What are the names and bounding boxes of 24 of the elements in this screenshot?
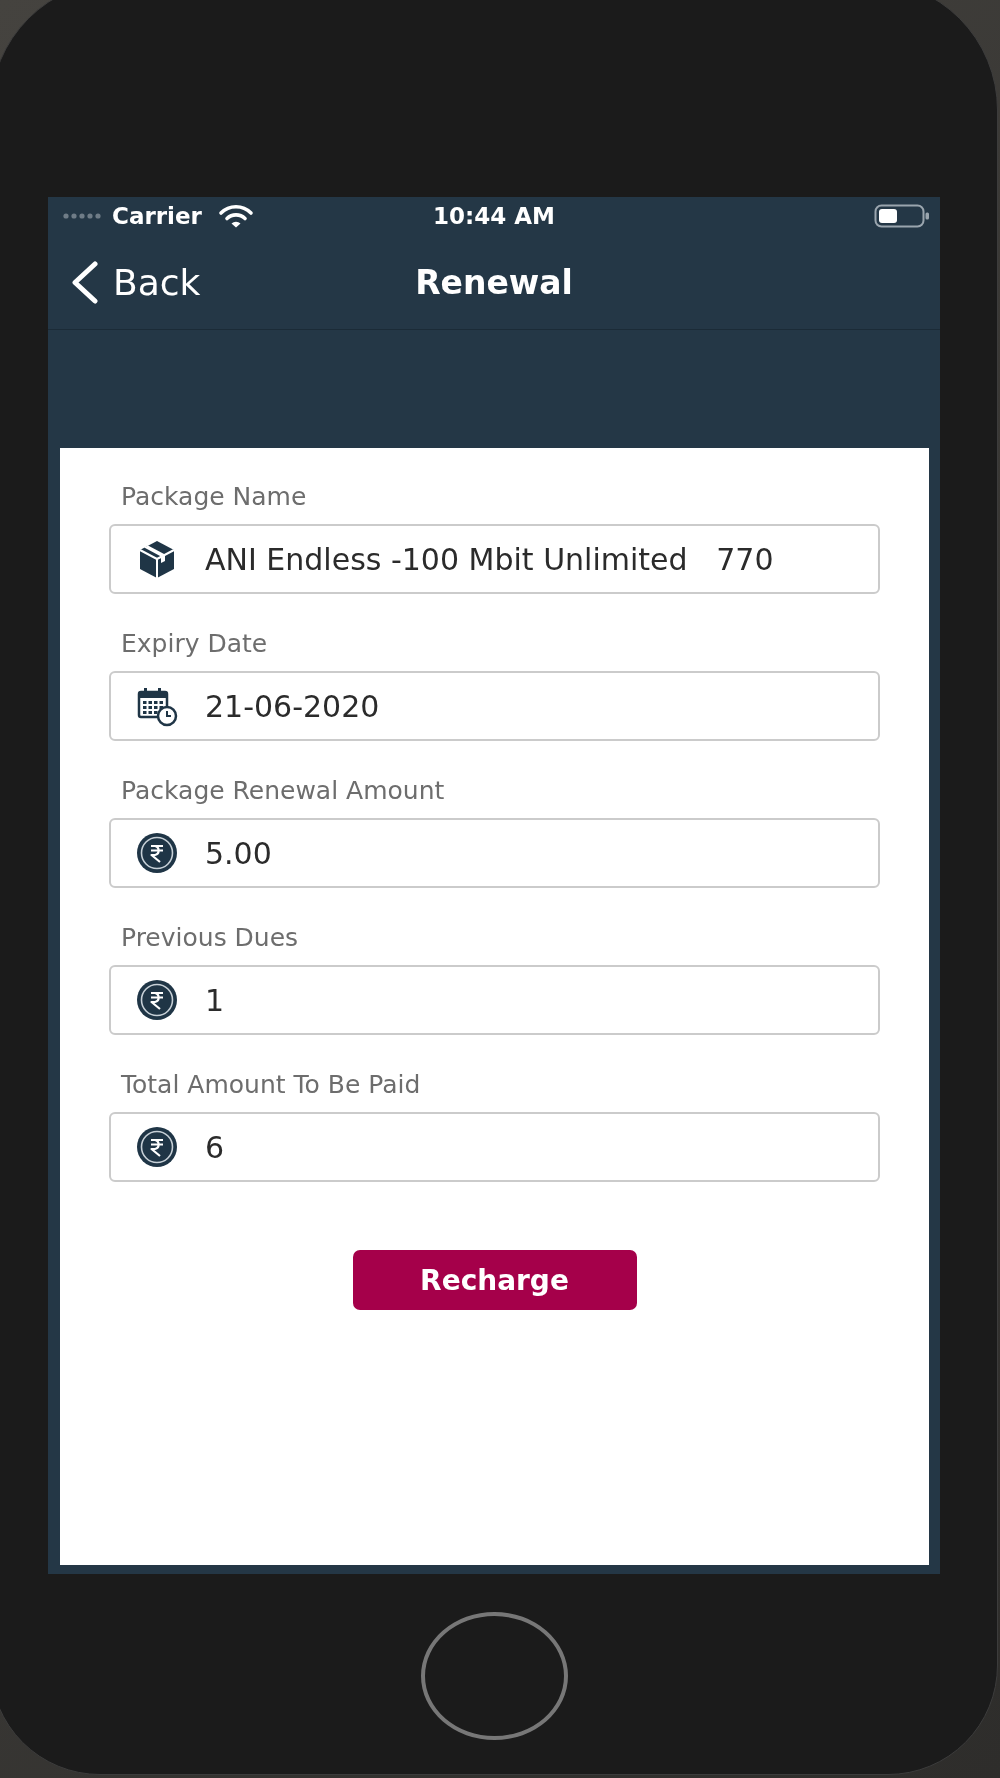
battery-icon	[874, 204, 930, 228]
rupee-coin-icon	[136, 832, 178, 874]
input-field[interactable]: 6	[109, 1112, 880, 1182]
rupee-coin-icon	[136, 979, 178, 1021]
field-label: Expiry Date	[121, 629, 268, 659]
calendar-clock-icon	[136, 685, 178, 727]
rupee-coin-icon	[136, 1126, 178, 1168]
field-label: Package Name	[121, 482, 307, 512]
input-field[interactable]: 1	[109, 965, 880, 1035]
chevron-left-icon	[70, 260, 99, 304]
field-label: Previous Dues	[121, 923, 299, 953]
signal-icon	[63, 213, 101, 219]
status-time: 10:44 AM	[433, 203, 555, 229]
field-label: Total Amount To Be Paid	[121, 1070, 421, 1100]
recharge-button[interactable]: Recharge	[352, 1250, 637, 1310]
back-button[interactable]: Back	[70, 260, 205, 304]
input-field[interactable]: 5.00	[109, 818, 880, 888]
input-field[interactable]: ANI Endless -100 Mbit Unlimited 770	[109, 524, 880, 594]
input-field[interactable]: 21-06-2020	[109, 671, 880, 741]
wifi-icon	[217, 204, 254, 228]
screen-title: Renewal	[415, 262, 573, 302]
home-button[interactable]	[420, 1612, 568, 1740]
field-label: Package Renewal Amount	[121, 776, 445, 806]
carrier-name: Carrier	[112, 203, 202, 229]
